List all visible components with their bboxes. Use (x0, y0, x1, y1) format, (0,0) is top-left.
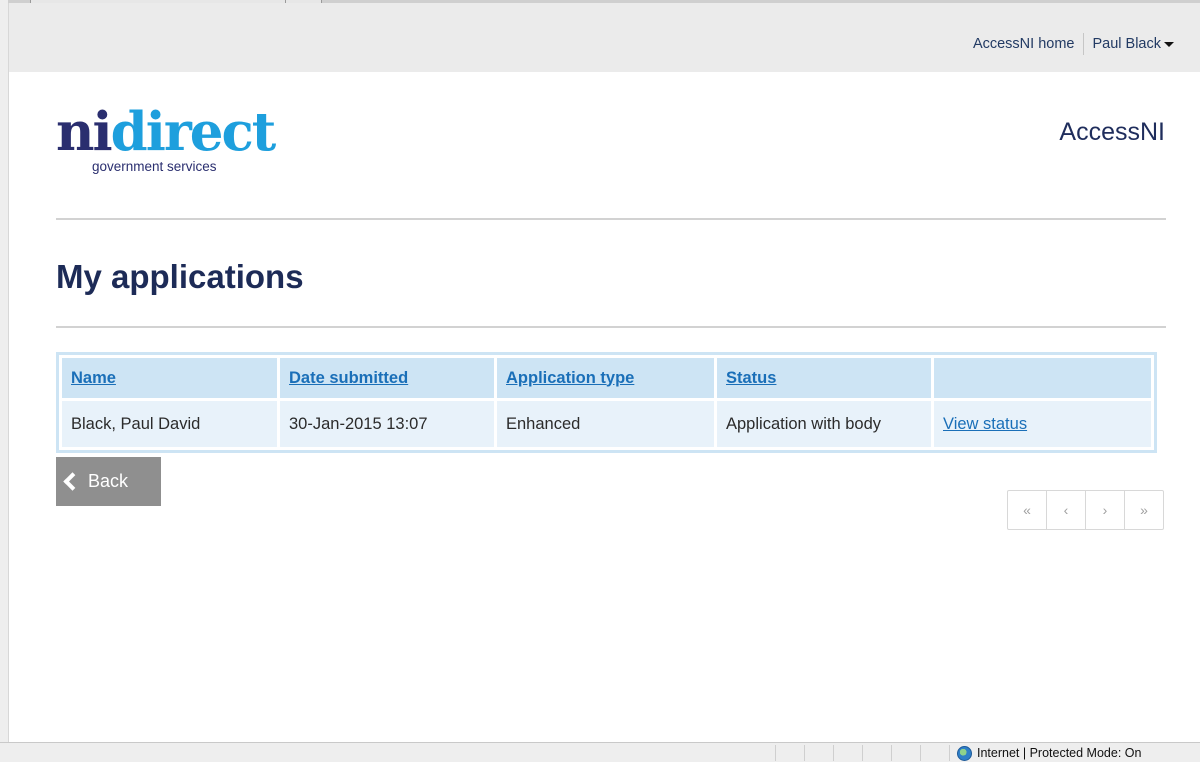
chevron-left-icon (63, 472, 82, 491)
next-page-button[interactable]: › (1085, 491, 1124, 529)
column-header-action (934, 358, 1151, 398)
user-menu-label: Paul Black (1092, 36, 1161, 52)
column-header-status: Status (717, 358, 931, 398)
applications-table: Name Date submitted Application type Sta… (59, 355, 1154, 450)
logo-tagline: government services (92, 159, 217, 174)
sort-by-name-link[interactable]: Name (71, 369, 116, 387)
status-divider (833, 745, 834, 761)
cell-name: Black, Paul David (62, 401, 277, 447)
previous-page-button[interactable]: ‹ (1046, 491, 1085, 529)
column-header-application-type: Application type (497, 358, 714, 398)
status-divider (862, 745, 863, 761)
cell-action: View status (934, 401, 1151, 447)
nidirect-logo[interactable]: nidirect government services (56, 106, 286, 182)
status-divider (891, 745, 892, 761)
utility-divider (1083, 33, 1085, 55)
status-divider (920, 745, 921, 761)
caret-down-icon (1164, 41, 1174, 47)
globe-icon (957, 745, 972, 761)
security-zone[interactable]: Internet | Protected Mode: On (957, 744, 1141, 762)
cell-status: Application with body (717, 401, 931, 447)
first-page-button[interactable]: « (1008, 491, 1046, 529)
pagination: « ‹ › » (1007, 490, 1164, 530)
page-title: My applications (56, 258, 304, 295)
accessni-home-link[interactable]: AccessNI home (973, 36, 1075, 52)
security-zone-label: Internet | Protected Mode: On (977, 746, 1142, 760)
status-divider (804, 745, 805, 761)
status-divider (775, 745, 776, 761)
table-header-row: Name Date submitted Application type Sta… (62, 358, 1151, 398)
view-status-link[interactable]: View status (943, 415, 1027, 433)
logo-ni-text: ni (56, 101, 113, 163)
sort-by-status-link[interactable]: Status (726, 369, 776, 387)
applications-table-container: Name Date submitted Application type Sta… (56, 352, 1157, 453)
user-menu-toggle[interactable]: Paul Black (1092, 36, 1174, 52)
cell-application-type: Enhanced (497, 401, 714, 447)
sort-by-type-link[interactable]: Application type (506, 369, 634, 387)
site-name: AccessNI (1059, 118, 1165, 146)
title-divider (56, 326, 1166, 328)
browser-status-bar: Internet | Protected Mode: On (0, 742, 1200, 762)
back-button-label: Back (88, 471, 129, 491)
utility-links: AccessNI home Paul Black (973, 33, 1174, 55)
sort-by-date-link[interactable]: Date submitted (289, 369, 408, 387)
cell-date-submitted: 30-Jan-2015 13:07 (280, 401, 494, 447)
logo-direct-text: direct (110, 101, 277, 163)
window-left-frame (0, 0, 9, 742)
back-button[interactable]: Back (56, 457, 161, 506)
column-header-name: Name (62, 358, 277, 398)
last-page-button[interactable]: » (1124, 491, 1163, 529)
utility-bar: AccessNI home Paul Black (9, 3, 1200, 72)
column-header-date-submitted: Date submitted (280, 358, 494, 398)
table-row: Black, Paul David 30-Jan-2015 13:07 Enha… (62, 401, 1151, 447)
status-divider (949, 745, 950, 761)
header-divider (56, 218, 1166, 220)
logo-wordmark: nidirect (56, 106, 286, 159)
